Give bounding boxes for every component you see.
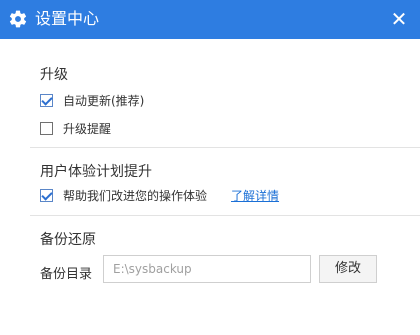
close-icon[interactable]: ✕ <box>386 6 412 32</box>
section-title-upgrade: 升级 <box>40 67 68 83</box>
auto-update-row[interactable]: 自动更新(推荐) <box>40 91 144 109</box>
section-title-backup: 备份还原 <box>40 232 96 248</box>
help-improve-checkbox[interactable] <box>40 188 53 202</box>
auto-update-label: 自动更新(推荐) <box>63 93 145 108</box>
backup-dir-label: 备份目录 <box>40 267 93 282</box>
help-improve-label: 帮助我们改进您的操作体验 <box>63 188 208 203</box>
divider <box>30 215 420 216</box>
section-title-ux-plan: 用户体验计划提升 <box>40 164 152 180</box>
gear-icon <box>9 10 27 28</box>
upgrade-remind-checkbox[interactable] <box>40 121 53 135</box>
window-title: 设置中心 <box>35 9 100 28</box>
upgrade-remind-row[interactable]: 升级提醒 <box>40 119 111 137</box>
title-bar: 设置中心 ✕ <box>0 0 420 39</box>
learn-more-link[interactable]: 了解详情 <box>231 187 279 204</box>
help-improve-row[interactable]: 帮助我们改进您的操作体验 了解详情 <box>40 186 279 204</box>
auto-update-checkbox[interactable] <box>40 93 53 107</box>
upgrade-remind-label: 升级提醒 <box>63 121 112 136</box>
divider <box>30 147 420 148</box>
backup-dir-input[interactable] <box>103 255 311 283</box>
modify-button[interactable]: 修改 <box>319 255 377 283</box>
